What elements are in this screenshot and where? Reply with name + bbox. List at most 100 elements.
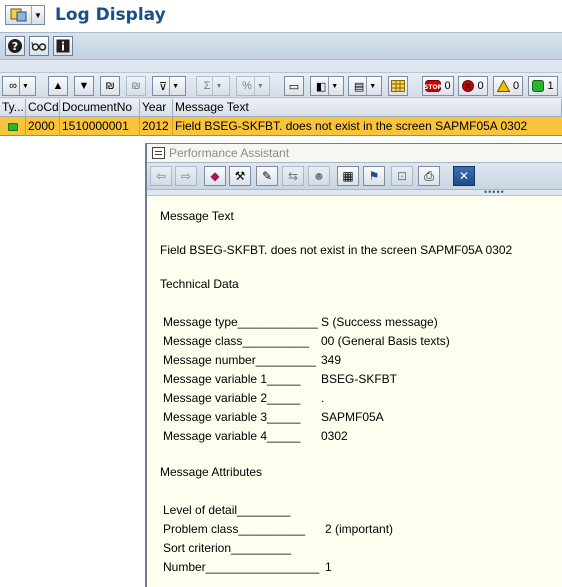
stop-count-button[interactable]: STOP 0 [422, 76, 454, 96]
filter-button[interactable]: ⊽ ▼ [152, 76, 186, 96]
section-heading-message-text: Message Text [160, 209, 234, 223]
tech-label-message-class: Message class__________ [163, 334, 310, 348]
glasses-icon: ∞ [9, 80, 17, 92]
attr-label-sort-criterion: Sort criterion_________ [163, 541, 292, 555]
error-icon [462, 80, 475, 92]
performance-assistant-toolbar: ⇦ ⇨ ◆ ⚒ ✎ ⇆ ☻ ▦ ⚑ ⊡ ⎙ ✕ [147, 163, 562, 190]
export-button[interactable]: ◧ ▼ [310, 76, 344, 96]
column-header-type[interactable]: Ty... [0, 99, 26, 117]
column-header-year[interactable]: Year [140, 99, 173, 117]
column-header-message-text[interactable]: Message Text [173, 99, 562, 117]
find-next-button[interactable]: ₪ [126, 76, 146, 96]
application-toolbar: ? [0, 32, 562, 60]
grid-empty-area-top [145, 136, 562, 143]
help-button[interactable]: ? [5, 36, 25, 56]
title-bar: ▼ Log Display [0, 0, 562, 32]
tech-value-message-number: 349 [321, 353, 342, 367]
links-button[interactable]: ⇆ [282, 166, 304, 186]
link-icon: ⇆ [287, 169, 299, 183]
section-heading-message-attributes: Message Attributes [160, 465, 263, 479]
printer-icon: ⎙ [424, 168, 434, 183]
forward-button[interactable]: ⇨ [175, 166, 197, 186]
print-button[interactable]: ⎙ [418, 166, 440, 186]
sap-system-icon [6, 6, 32, 24]
info-button[interactable] [53, 36, 73, 56]
technical-info-button[interactable]: ⚒ [229, 166, 251, 186]
tech-label-message-number: Message number_________ [163, 353, 316, 367]
chevron-down-icon: ▼ [328, 77, 338, 95]
sort-descending-icon: ▼ [78, 80, 90, 92]
table-row[interactable]: 2000 1510000001 2012 Field BSEG-SKFBT. d… [0, 117, 562, 136]
sort-descending-button[interactable]: ▼ [74, 76, 94, 96]
tech-value-message-type: S (Success message) [321, 315, 438, 329]
window-icon [152, 147, 165, 159]
print-preview-button[interactable]: ▭ [284, 76, 304, 96]
tech-value-message-variable-2: . [321, 391, 325, 405]
users-button[interactable]: ☻ [308, 166, 330, 186]
document-no-cell: 1510000001 [60, 117, 140, 136]
users-icon: ☻ [312, 169, 326, 183]
book-icon: ◆ [210, 169, 220, 183]
bookmark-button[interactable]: ⊡ [391, 166, 413, 186]
performance-assistant-title-bar[interactable]: Performance Assistant [147, 144, 562, 163]
tech-label-message-type: Message type____________ [163, 315, 318, 329]
stop-count: 0 [444, 80, 451, 92]
tech-label-message-variable-4: Message variable 4_____ [163, 429, 301, 443]
back-button[interactable]: ⇦ [150, 166, 172, 186]
toolbar-grip[interactable]: ••••• [147, 188, 562, 197]
attr-value-number: 1 [325, 560, 332, 574]
total-button[interactable]: Σ ▼ [196, 76, 230, 96]
svg-text:?: ? [12, 40, 18, 53]
tech-value-message-variable-4: 0302 [321, 429, 348, 443]
layout-button[interactable]: ▤ ▼ [348, 76, 382, 96]
flag-icon: ⚑ [368, 169, 380, 183]
tech-value-message-variable-3: SAPMF05A [321, 410, 384, 424]
window-title: Log Display [55, 5, 166, 25]
pencil-icon: ✎ [261, 169, 273, 183]
chevron-down-icon: ▼ [212, 77, 222, 95]
error-count: 0 [477, 80, 484, 92]
performance-assistant-title: Performance Assistant [169, 146, 290, 160]
grid-view-button[interactable] [388, 76, 408, 96]
arrow-left-icon: ⇦ [155, 169, 167, 183]
alv-toolbar: ∞ ▼ ▲ ▼ ₪ ₪ ⊽ ▼ Σ ▼ % ▼ ▭ ◧ ▼ ▤ ▼ STOP 0… [0, 72, 562, 98]
column-header-cocd[interactable]: CoCd [26, 99, 60, 117]
subtotal-button[interactable]: % ▼ [236, 76, 270, 96]
success-count: 1 [547, 80, 554, 92]
attr-label-number: Number_________________ [163, 560, 320, 574]
glasses-icon [31, 41, 47, 51]
stop-icon: STOP [425, 80, 442, 92]
error-count-button[interactable]: 0 [458, 76, 488, 96]
type-cell [0, 117, 26, 136]
warning-icon [496, 80, 510, 92]
find-button[interactable]: ₪ [100, 76, 120, 96]
chevron-down-icon: ▼ [34, 10, 42, 20]
success-count-button[interactable]: 1 [528, 76, 558, 96]
tools-icon: ⚒ [234, 169, 246, 183]
favorites-button[interactable]: ⚑ [363, 166, 385, 186]
technical-info-button[interactable] [29, 36, 49, 56]
table-icon: ▦ [342, 169, 354, 183]
close-button[interactable]: ✕ [453, 166, 475, 186]
edit-button[interactable]: ✎ [256, 166, 278, 186]
column-header-documentno[interactable]: DocumentNo [60, 99, 140, 117]
subtotal-icon: % [242, 80, 252, 92]
sort-ascending-button[interactable]: ▲ [48, 76, 68, 96]
warning-count: 0 [512, 80, 520, 92]
grid-icon [391, 80, 405, 92]
binoculars-icon: ₪ [105, 80, 115, 92]
success-icon [7, 122, 18, 131]
warning-count-button[interactable]: 0 [493, 76, 523, 96]
attr-value-problem-class: 2 (important) [325, 522, 394, 536]
export-icon: ◧ [315, 80, 327, 93]
tech-value-message-variable-1: BSEG-SKFBT [321, 372, 398, 386]
bookmark-icon: ⊡ [396, 169, 408, 183]
table-button[interactable]: ▦ [337, 166, 359, 186]
tech-value-message-class: 00 (General Basis texts) [321, 334, 450, 348]
message-text-cell: Field BSEG-SKFBT. does not exist in the … [175, 119, 528, 133]
chevron-down-icon: ▼ [18, 77, 29, 95]
details-button[interactable]: ∞ ▼ [2, 76, 36, 96]
system-menu-button[interactable]: ▼ [5, 5, 45, 25]
year-cell: 2012 [140, 117, 173, 136]
glossary-button[interactable]: ◆ [204, 166, 226, 186]
